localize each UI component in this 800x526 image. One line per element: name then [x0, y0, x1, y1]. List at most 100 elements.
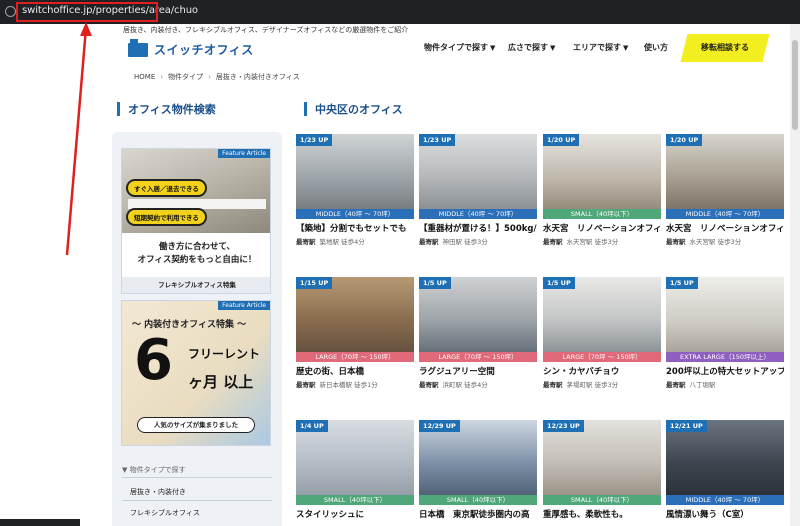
property-title[interactable]: 【築地】分割でもセットでも [296, 223, 414, 235]
divider [122, 477, 272, 478]
banner-footer: フレキシブルオフィス特集 [122, 277, 270, 293]
property-card[interactable]: 1/5 UP EXTRA LARGE（150坪以上） 200坪以上の特大セットアップ… [666, 277, 784, 389]
property-photo[interactable]: 1/20 UP MIDDLE（40坪 〜 70坪） [666, 134, 784, 219]
breadcrumb-home[interactable]: HOME [134, 73, 155, 81]
feature-article-tag: Feature Article [218, 301, 270, 310]
site-logo[interactable]: スイッチオフィス [128, 38, 254, 58]
property-title[interactable]: 歴史の街、日本橋 [296, 366, 414, 378]
nav-property-type[interactable]: 物件タイプで探す ▼ [424, 42, 495, 53]
property-title[interactable]: 水天宮 リノベーションオフィス② [543, 223, 661, 235]
property-photo[interactable]: 12/29 UP SMALL（40坪以下） [419, 420, 537, 505]
title-accent-bar [117, 102, 120, 116]
property-card[interactable]: 12/23 UP SMALL（40坪以下） 重厚感も、柔軟性も。 [543, 420, 661, 521]
furnished-office-banner[interactable]: Feature Article ～ 内装付きオフィス特集 ～ 6 フリーレント … [121, 300, 271, 446]
scrollbar-thumb[interactable] [792, 40, 798, 130]
property-photo[interactable]: 1/5 UP LARGE（70坪 〜 150坪） [543, 277, 661, 362]
page-title: 中央区のオフィス [304, 101, 403, 117]
nav-area[interactable]: エリアで探す ▼ [573, 42, 628, 53]
size-label: SMALL（40坪以下） [543, 495, 661, 505]
nearest-station: 最寄駅 新日本橋駅 徒歩1分 [296, 381, 378, 389]
filter-item-furnished[interactable]: 居抜き・内装付き [130, 487, 186, 497]
sidebar-title: オフィス物件検索 [117, 101, 216, 117]
banner-free-rent: フリーレント [188, 347, 261, 361]
status-bar [0, 519, 80, 526]
property-card[interactable]: 12/29 UP SMALL（40坪以下） 日本橋 東京駅徒歩圏内の高 [419, 420, 537, 521]
site-tagline: 居抜き、内装付き、フレキシブルオフィス、デザイナーズオフィスなどの厳選物件をご紹… [123, 26, 409, 34]
url-highlight-box [16, 2, 158, 22]
property-title[interactable]: シン・カヤバチョウ [543, 366, 661, 378]
size-label: SMALL（40坪以下） [543, 209, 661, 219]
update-badge: 1/15 UP [296, 277, 333, 289]
property-card[interactable]: 12/21 UP MIDDLE（40坪 〜 70坪） 風情漂い舞う（C室） [666, 420, 784, 521]
feature-article-tag: Feature Article [218, 149, 270, 158]
filter-heading[interactable]: ▼ 物件タイプで探す [122, 465, 186, 475]
property-title[interactable]: 【重器材が置ける！】500kg/m2耐える新築物… [419, 223, 537, 235]
property-card[interactable]: 1/20 UP MIDDLE（40坪 〜 70坪） 水天宮 リノベーションオフィス①… [666, 134, 784, 246]
property-photo[interactable]: 1/23 UP MIDDLE（40坪 〜 70坪） [419, 134, 537, 219]
property-title[interactable]: スタイリッシュに [296, 509, 414, 521]
property-title[interactable]: 風情漂い舞う（C室） [666, 509, 784, 521]
chevron-down-icon: ▼ [550, 44, 556, 52]
breadcrumb-current: 居抜き・内装付きオフィス [215, 73, 300, 81]
property-card[interactable]: 1/4 UP SMALL（40坪以下） スタイリッシュに [296, 420, 414, 521]
property-card[interactable]: 1/23 UP MIDDLE（40坪 〜 70坪） 【重器材が置ける！】500kg/… [419, 134, 537, 246]
size-label: MIDDLE（40坪 〜 70坪） [666, 209, 784, 219]
property-photo[interactable]: 1/15 UP LARGE（70坪 〜 150坪） [296, 277, 414, 362]
property-title[interactable]: 日本橋 東京駅徒歩圏内の高 [419, 509, 537, 521]
banner-big-number: 6 [134, 328, 173, 393]
update-badge: 1/4 UP [296, 420, 328, 432]
divider [122, 500, 272, 501]
property-card[interactable]: 1/5 UP LARGE（70坪 〜 150坪） シン・カヤバチョウ 最寄駅 茅場町駅 … [543, 277, 661, 389]
property-photo[interactable]: 1/20 UP SMALL（40坪以下） [543, 134, 661, 219]
banner-footer: 人気のサイズが集まりました [137, 417, 255, 433]
filter-item-flexible[interactable]: フレキシブルオフィス [130, 508, 200, 518]
update-badge: 1/5 UP [543, 277, 575, 289]
property-card[interactable]: 1/5 UP LARGE（70坪 〜 150坪） ラグジュアリー空間最寄駅 浜町駅 徒… [419, 277, 537, 389]
property-photo[interactable]: 1/5 UP LARGE（70坪 〜 150坪） [419, 277, 537, 362]
property-photo[interactable]: 1/4 UP SMALL（40坪以下） [296, 420, 414, 505]
property-title[interactable]: 水天宮 リノベーションオフィス① [666, 223, 784, 235]
nearest-station: 最寄駅 浜町駅 徒歩4分 [419, 381, 488, 389]
nearest-station: 最寄駅 神田駅 徒歩3分 [419, 238, 488, 246]
flexible-office-banner[interactable]: Feature Article すぐ入居／退去できる 短期契約で利用できる 働き… [121, 148, 271, 294]
size-label: SMALL（40坪以下） [296, 495, 414, 505]
update-badge: 1/20 UP [666, 134, 703, 146]
property-title[interactable]: ラグジュアリー空間 [419, 366, 537, 378]
size-label: LARGE（70坪 〜 150坪） [296, 352, 414, 362]
property-photo[interactable]: 12/23 UP SMALL（40坪以下） [543, 420, 661, 505]
nearest-station: 最寄駅 八丁堀駅 [666, 381, 716, 389]
size-label: MIDDLE（40坪 〜 70坪） [419, 209, 537, 219]
property-card[interactable]: 1/20 UP SMALL（40坪以下） 水天宮 リノベーションオフィス② 最寄駅水天… [543, 134, 661, 246]
property-card[interactable]: 1/15 UP LARGE（70坪 〜 150坪） 歴史の街、日本橋最寄駅 新日本橋駅… [296, 277, 414, 389]
update-badge: 1/23 UP [419, 134, 456, 146]
property-card[interactable]: 1/23 UP MIDDLE（40坪 〜 70坪） 【築地】分割でもセットでも 最寄駅… [296, 134, 414, 246]
size-label: MIDDLE（40坪 〜 70坪） [666, 495, 784, 505]
property-photo[interactable]: 1/23 UP MIDDLE（40坪 〜 70坪） [296, 134, 414, 219]
banner-message: 働き方に合わせて、 オフィス契約をもっと自由に！ [137, 242, 257, 265]
property-photo[interactable]: 1/5 UP EXTRA LARGE（150坪以上） [666, 277, 784, 362]
banner-months: ヶ月 以上 [188, 373, 254, 391]
property-title[interactable]: 重厚感も、柔軟性も。 [543, 509, 661, 521]
title-accent-bar [304, 102, 307, 116]
size-label: EXTRA LARGE（150坪以上） [666, 352, 784, 362]
chevron-down-icon: ▼ [490, 44, 496, 52]
update-badge: 12/29 UP [419, 420, 460, 432]
site-info-icon[interactable] [5, 6, 16, 17]
nav-size[interactable]: 広さで探す ▼ [508, 42, 555, 53]
breadcrumb-separator: › [160, 73, 164, 81]
property-photo[interactable]: 12/21 UP MIDDLE（40坪 〜 70坪） [666, 420, 784, 505]
page: 居抜き、内装付き、フレキシブルオフィス、デザイナーズオフィスなどの厳選物件をご紹… [0, 24, 800, 526]
update-badge: 12/23 UP [543, 420, 584, 432]
chevron-down-icon: ▼ [623, 44, 629, 52]
nearest-station: 最寄駅 水天宮駅 徒歩3分 [543, 238, 619, 246]
breadcrumb-property-type[interactable]: 物件タイプ [168, 73, 203, 81]
property-title[interactable]: 200坪以上の特大セットアップ！ [666, 366, 784, 378]
nearest-station: 最寄駅 水天宮駅 徒歩3分 [666, 238, 742, 246]
update-badge: 1/23 UP [296, 134, 333, 146]
size-label: MIDDLE（40坪 〜 70坪） [296, 209, 414, 219]
nav-how-to[interactable]: 使い方 [644, 42, 668, 53]
banner-pill: すぐ入居／退去できる [126, 179, 207, 197]
relocation-consult-label[interactable]: 移転相談する [684, 42, 766, 53]
size-label: SMALL（40坪以下） [419, 495, 537, 505]
update-badge: 1/5 UP [666, 277, 698, 289]
